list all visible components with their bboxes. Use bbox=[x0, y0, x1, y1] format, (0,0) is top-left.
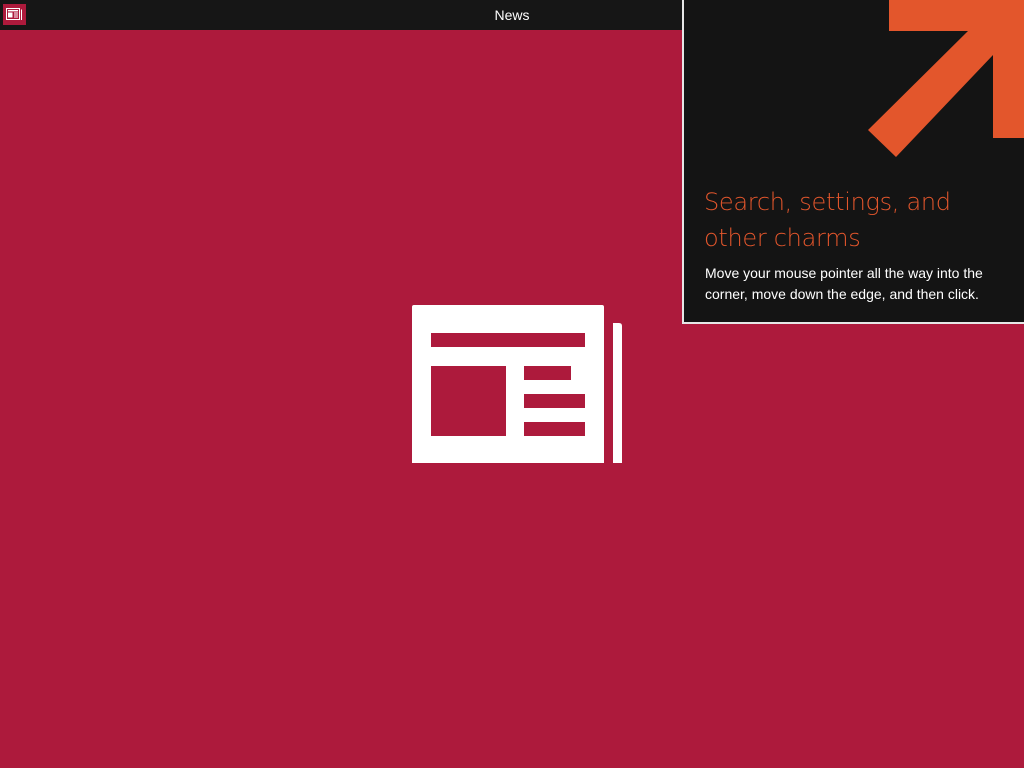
arrow-up-right-icon bbox=[868, 0, 1024, 157]
charms-tip-panel[interactable]: Search, settings, and other charms Move … bbox=[682, 0, 1024, 324]
tip-description: Move your mouse pointer all the way into… bbox=[705, 265, 983, 302]
tip-heading: Search, settings, and other charms bbox=[704, 188, 951, 252]
newspaper-icon bbox=[412, 305, 622, 463]
